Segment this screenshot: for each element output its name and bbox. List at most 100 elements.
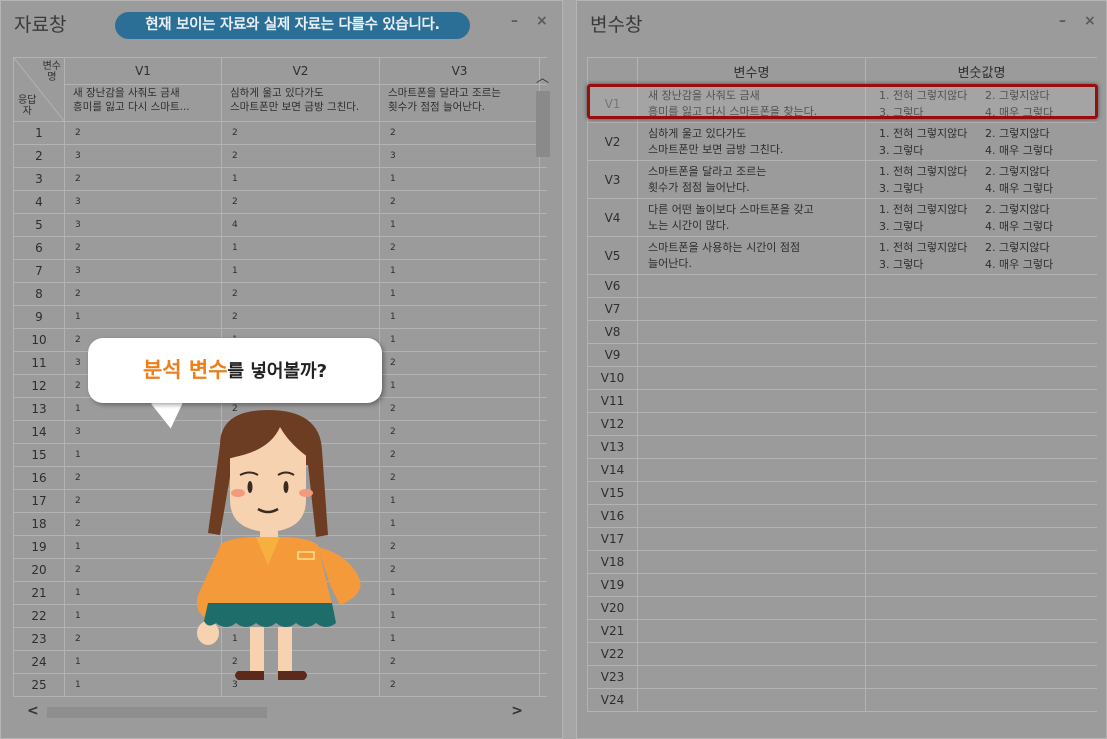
close-button[interactable]: × <box>1084 13 1096 29</box>
variable-values-cell[interactable] <box>865 527 1097 551</box>
variable-row[interactable]: V14 <box>587 458 1097 482</box>
variable-values-cell[interactable] <box>865 435 1097 459</box>
data-cell[interactable]: 1 <box>379 305 540 329</box>
variable-id-cell[interactable]: V16 <box>587 504 638 528</box>
variable-id-cell[interactable]: V9 <box>587 343 638 367</box>
data-cell[interactable]: 1 <box>379 581 540 605</box>
variable-id-cell[interactable]: V3 <box>587 160 638 199</box>
variable-name-cell[interactable] <box>637 550 866 574</box>
row-index-cell[interactable]: 21 <box>13 581 65 605</box>
variable-name-cell[interactable] <box>637 642 866 666</box>
data-cell[interactable] <box>64 696 222 697</box>
variable-name-cell[interactable] <box>637 412 866 436</box>
data-cell[interactable]: 3 <box>64 190 222 214</box>
variable-id-cell[interactable]: V7 <box>587 297 638 321</box>
variable-name-cell[interactable] <box>637 665 866 689</box>
data-cell[interactable]: 1 <box>379 282 540 306</box>
variable-values-cell[interactable] <box>865 688 1097 712</box>
row-index-cell[interactable] <box>13 696 65 697</box>
variable-name-cell[interactable] <box>637 435 866 459</box>
variable-values-cell[interactable] <box>865 596 1097 620</box>
data-cell[interactable]: 1 <box>379 328 540 352</box>
data-cell[interactable]: 2 <box>221 305 380 329</box>
data-cell[interactable]: 1 <box>379 259 540 283</box>
variable-row[interactable]: V3 스마트폰을 달라고 조르는 횟수가 점점 늘어난다. 1. 전혀 그렇지않다 2.… <box>587 160 1097 199</box>
variable-name-cell[interactable] <box>637 527 866 551</box>
variable-name-cell[interactable] <box>637 366 866 390</box>
variable-name-cell[interactable] <box>637 297 866 321</box>
variable-values-cell[interactable]: 1. 전혀 그렇지않다 2. 그렇지않다 3. 그렇다 4. 매우 그렇다 <box>865 236 1097 275</box>
variable-id-cell[interactable]: V4 <box>587 198 638 237</box>
data-cell[interactable]: 2 <box>64 121 222 145</box>
row-index-cell[interactable]: 7 <box>13 259 65 283</box>
variable-row[interactable]: V16 <box>587 504 1097 528</box>
variable-row[interactable]: V17 <box>587 527 1097 551</box>
variable-values-cell[interactable] <box>865 481 1097 505</box>
data-cell[interactable]: 2 <box>379 236 540 260</box>
variable-name-cell[interactable] <box>637 596 866 620</box>
data-cell[interactable]: 1 <box>379 489 540 513</box>
table-row[interactable]: 3211 <box>13 167 547 191</box>
variable-row[interactable]: V20 <box>587 596 1097 620</box>
data-cell[interactable]: 1 <box>379 213 540 237</box>
variable-name-cell[interactable] <box>637 458 866 482</box>
row-index-cell[interactable]: 18 <box>13 512 65 536</box>
data-cell[interactable]: 1 <box>379 604 540 628</box>
data-cell[interactable]: 2 <box>379 397 540 421</box>
variable-values-cell[interactable] <box>865 274 1097 298</box>
variable-row[interactable]: V23 <box>587 665 1097 689</box>
data-cell[interactable]: 3 <box>64 213 222 237</box>
variable-row[interactable]: V13 <box>587 435 1097 459</box>
variable-id-cell[interactable]: V6 <box>587 274 638 298</box>
row-index-cell[interactable]: 11 <box>13 351 65 375</box>
variable-name-cell[interactable] <box>637 481 866 505</box>
variable-row[interactable]: V11 <box>587 389 1097 413</box>
variable-row[interactable]: V5 스마트폰을 사용하는 시간이 점점 늘어난다. 1. 전혀 그렇지않다 2. 그렇… <box>587 236 1097 275</box>
data-cell[interactable]: 2 <box>64 236 222 260</box>
variable-values-cell[interactable] <box>865 297 1097 321</box>
scroll-right-icon[interactable]: > <box>511 703 523 719</box>
variable-values-cell[interactable] <box>865 619 1097 643</box>
data-cell[interactable]: 2 <box>379 420 540 444</box>
variable-values-cell[interactable]: 1. 전혀 그렇지않다 2. 그렇지않다 3. 그렇다 4. 매우 그렇다 <box>865 198 1097 237</box>
data-cell[interactable]: 2 <box>379 535 540 559</box>
variable-row[interactable]: V2 심하게 울고 있다가도 스마트폰만 보면 금방 그친다. 1. 전혀 그렇지않다… <box>587 122 1097 161</box>
table-row[interactable] <box>13 696 547 697</box>
variable-name-cell[interactable]: 스마트폰을 달라고 조르는 횟수가 점점 늘어난다. <box>637 160 866 199</box>
data-cell[interactable]: 2 <box>379 466 540 490</box>
data-cell[interactable]: 2 <box>379 121 540 145</box>
close-button[interactable]: × <box>536 13 548 29</box>
data-cell[interactable]: 2 <box>379 650 540 674</box>
row-index-cell[interactable]: 19 <box>13 535 65 559</box>
variable-values-cell[interactable] <box>865 320 1097 344</box>
row-index-cell[interactable]: 3 <box>13 167 65 191</box>
variable-name-cell[interactable] <box>637 343 866 367</box>
row-index-cell[interactable]: 24 <box>13 650 65 674</box>
data-cell[interactable]: 3 <box>379 144 540 168</box>
table-row[interactable]: 4322 <box>13 190 547 214</box>
data-cell[interactable]: 2 <box>221 144 380 168</box>
variable-id-cell[interactable]: V2 <box>587 122 638 161</box>
variable-id-cell[interactable]: V11 <box>587 389 638 413</box>
row-index-cell[interactable]: 13 <box>13 397 65 421</box>
row-index-cell[interactable]: 8 <box>13 282 65 306</box>
row-index-cell[interactable]: 25 <box>13 673 65 697</box>
column-header-v1[interactable]: V1 <box>64 57 222 85</box>
variable-row[interactable]: V22 <box>587 642 1097 666</box>
table-row[interactable]: 6212 <box>13 236 547 260</box>
row-index-cell[interactable]: 1 <box>13 121 65 145</box>
variable-name-cell[interactable] <box>637 573 866 597</box>
variable-id-cell[interactable]: V14 <box>587 458 638 482</box>
variable-name-cell[interactable] <box>637 688 866 712</box>
variable-id-cell[interactable]: V24 <box>587 688 638 712</box>
row-index-cell[interactable]: 15 <box>13 443 65 467</box>
variable-name-cell[interactable] <box>637 389 866 413</box>
minimize-button[interactable]: – <box>1059 13 1066 29</box>
variable-row[interactable]: V18 <box>587 550 1097 574</box>
variable-values-cell[interactable] <box>865 343 1097 367</box>
data-cell[interactable]: 1 <box>221 236 380 260</box>
variable-row[interactable]: V24 <box>587 688 1097 712</box>
variable-id-cell[interactable]: V22 <box>587 642 638 666</box>
data-cell[interactable]: 2 <box>379 443 540 467</box>
variable-id-cell[interactable]: V12 <box>587 412 638 436</box>
